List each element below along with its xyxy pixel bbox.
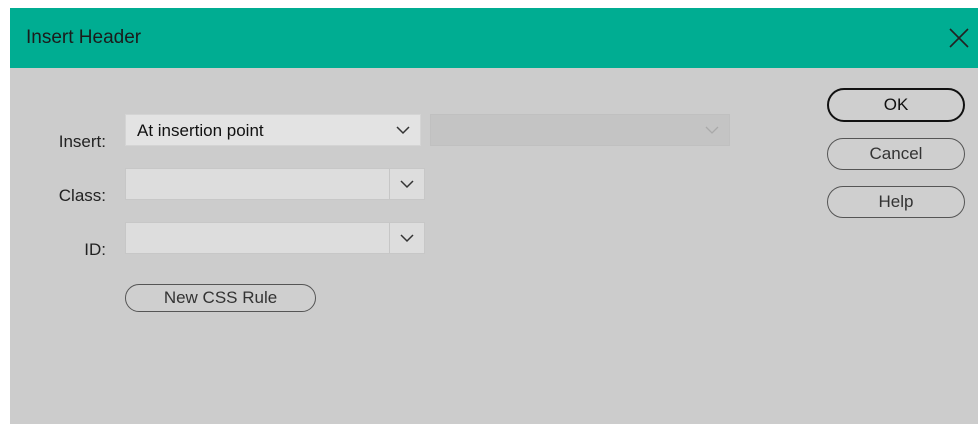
insert-position-value: At insertion point (137, 121, 264, 140)
close-icon (949, 28, 969, 48)
id-label: ID: (84, 240, 106, 259)
cancel-button[interactable]: Cancel (827, 138, 965, 170)
class-select[interactable] (125, 168, 425, 200)
help-button[interactable]: Help (827, 186, 965, 218)
chevron-down-icon (386, 115, 420, 145)
insert-label: Insert: (58, 132, 106, 151)
id-select[interactable] (125, 222, 425, 254)
chevron-down-icon (389, 223, 424, 253)
insert-target-select[interactable] (430, 114, 730, 146)
insert-position-select[interactable]: At insertion point (125, 114, 421, 146)
new-css-rule-button[interactable]: New CSS Rule (125, 284, 316, 312)
dialog-title: Insert Header (26, 27, 142, 48)
title-bar[interactable]: Insert Header (10, 8, 978, 68)
ok-button[interactable]: OK (827, 88, 965, 122)
close-button[interactable] (940, 18, 978, 58)
class-label: Class: (58, 186, 106, 205)
chevron-down-icon (389, 169, 424, 199)
chevron-down-icon (695, 115, 729, 145)
insert-header-dialog: Insert Header Insert: At insertion point… (10, 8, 978, 424)
